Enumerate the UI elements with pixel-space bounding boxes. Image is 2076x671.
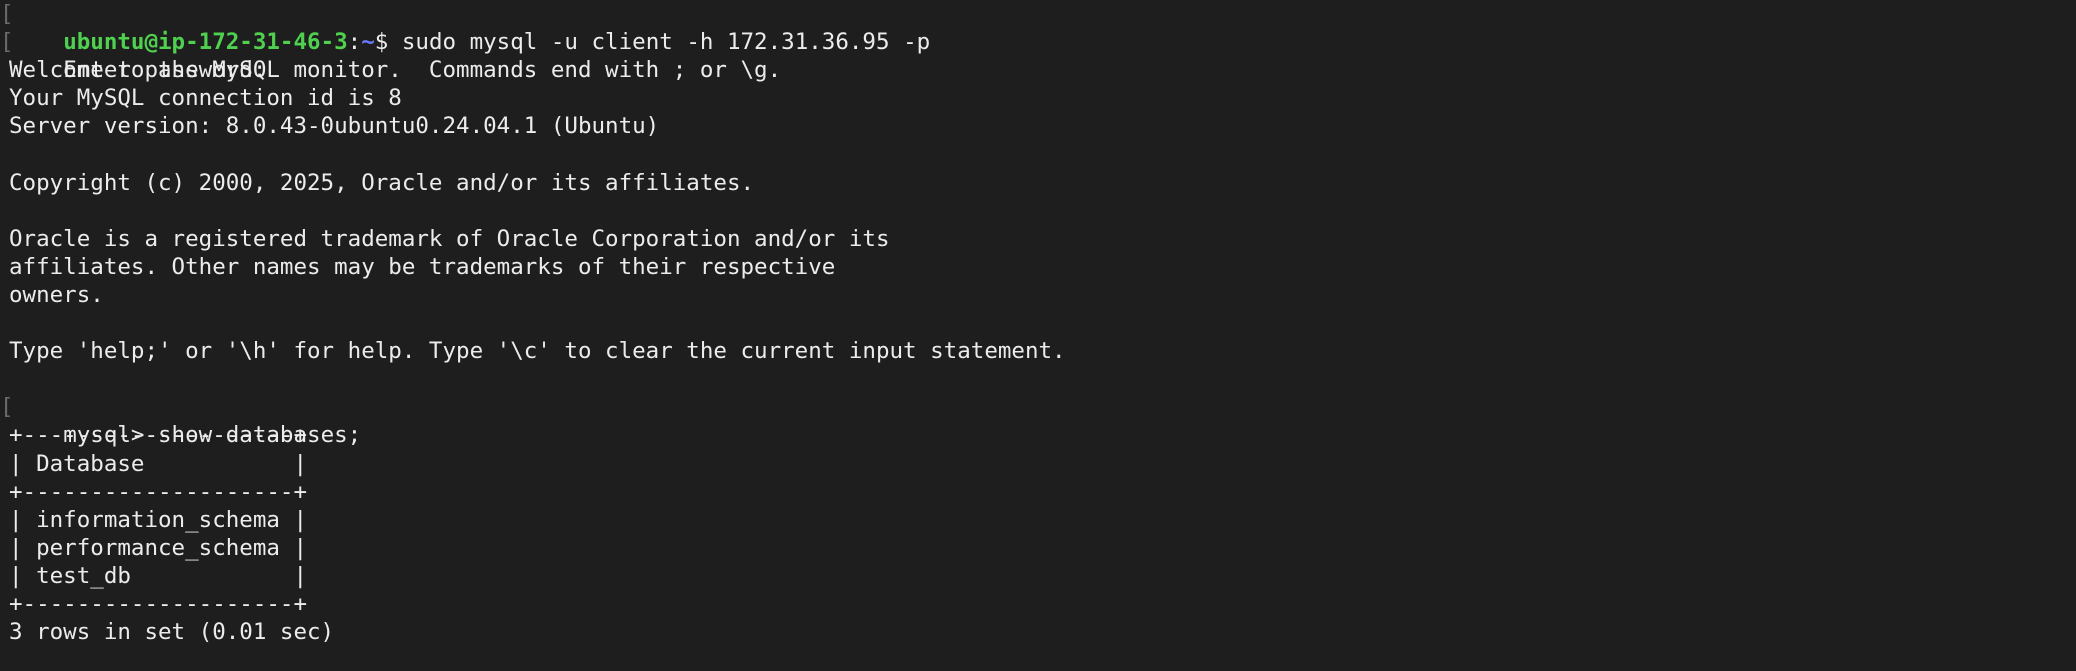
mysql-prompt-line: [mysql> show databases;: [0, 393, 2076, 448]
connection-id-line: Your MySQL connection id is 8: [9, 85, 402, 112]
oracle-notice-line-1: Oracle is a registered trademark of Orac…: [9, 225, 890, 252]
table-row: | test_db |: [9, 562, 308, 589]
server-version-line: Server version: 8.0.43-0ubuntu0.24.04.1 …: [9, 113, 660, 140]
result-summary-line: 3 rows in set (0.01 sec): [9, 619, 335, 646]
table-border-mid: +--------------------+: [9, 478, 308, 505]
line-marker: [: [0, 394, 14, 421]
enter-password-line: [Enter password:: [0, 28, 2076, 83]
terminal-window[interactable]: [ubuntu@ip-172-31-46-3:~$ sudo mysql -u …: [0, 0, 2076, 671]
line-marker: [: [0, 1, 14, 27]
shell-prompt-line: [ubuntu@ip-172-31-46-3:~$ sudo mysql -u …: [0, 0, 2076, 55]
oracle-notice-line-2: affiliates. Other names may be trademark…: [9, 253, 836, 280]
help-hint-line: Type 'help;' or '\h' for help. Type '\c'…: [9, 338, 1066, 365]
copyright-line: Copyright (c) 2000, 2025, Oracle and/or …: [9, 169, 755, 196]
table-header: | Database |: [9, 450, 308, 477]
table-border-bottom: +--------------------+: [9, 590, 308, 617]
welcome-line: Welcome to the MySQL monitor. Commands e…: [9, 57, 782, 84]
oracle-notice-line-3: owners.: [9, 281, 104, 308]
line-marker: [: [0, 29, 14, 56]
table-border-top: +--------------------+: [9, 422, 308, 449]
table-row: | information_schema |: [9, 506, 308, 533]
table-row: | performance_schema |: [9, 534, 308, 561]
